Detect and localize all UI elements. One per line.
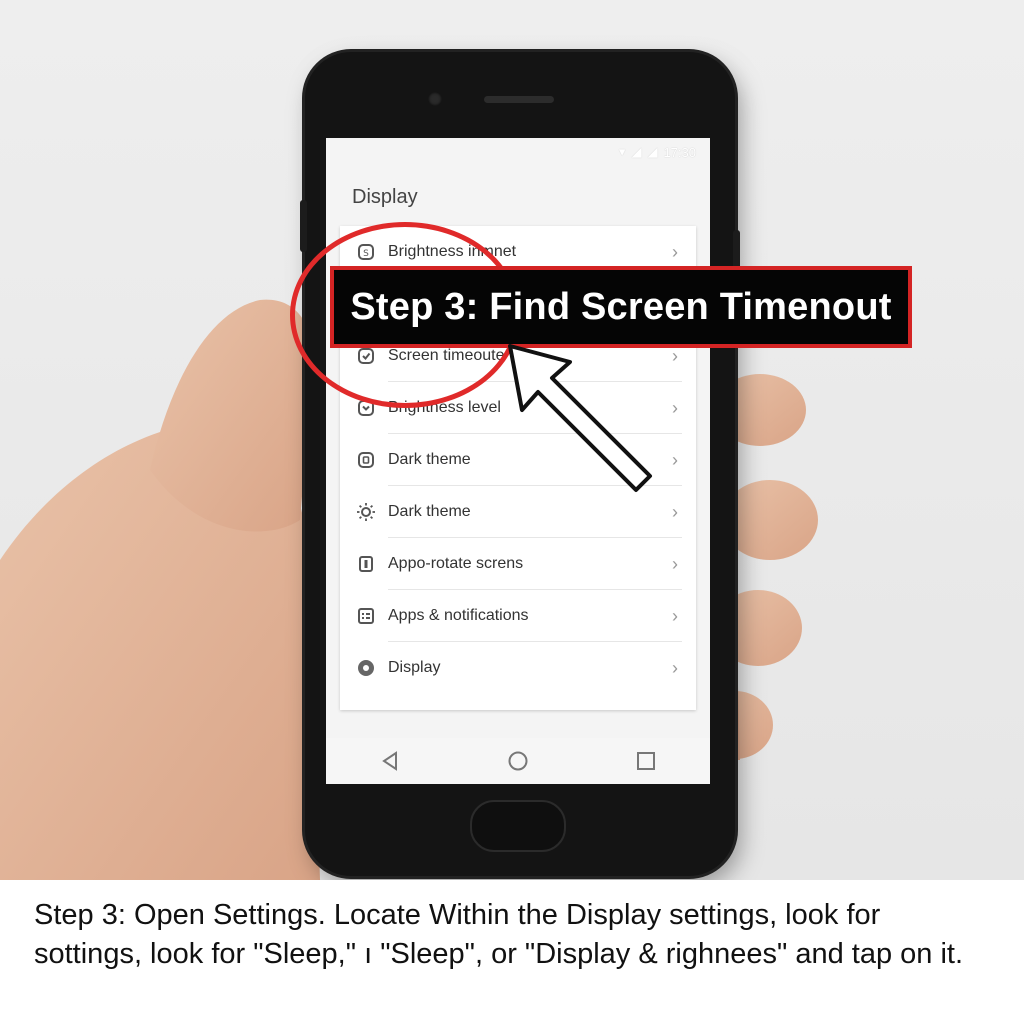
- chevron-right-icon: ›: [672, 605, 678, 626]
- earpiece-speaker: [484, 96, 554, 103]
- list-item-auto-rotate[interactable]: Appo-rotate screns ›: [340, 538, 696, 590]
- dark-theme-icon: [356, 450, 376, 470]
- home-icon[interactable]: [503, 746, 533, 776]
- status-bar: ▾ ◢ ◢ 17:30: [326, 138, 710, 168]
- caption-panel: Step 3: Open Settings. Locate Within the…: [0, 880, 1024, 1024]
- signal-icon: ◢: [631, 144, 642, 159]
- back-icon[interactable]: [375, 746, 405, 776]
- display-icon: [356, 658, 376, 678]
- pointer-arrow-icon: [508, 344, 652, 492]
- recents-icon[interactable]: [631, 746, 661, 776]
- step-banner-text: Step 3: Find Screen Timenout: [350, 285, 892, 328]
- signal-icon: ◢: [647, 144, 658, 159]
- sun-icon: [356, 502, 376, 522]
- navigation-bar: [326, 738, 710, 784]
- list-item-label: Display: [388, 659, 441, 676]
- list-item-display[interactable]: Display ›: [340, 642, 696, 694]
- front-camera: [428, 92, 442, 106]
- list-item-label: Appo-rotate screns: [388, 555, 524, 572]
- page-title: Display: [352, 186, 418, 208]
- volume-button[interactable]: [300, 200, 307, 252]
- chevron-right-icon: ›: [672, 501, 678, 522]
- list-item-label: Apps & notifications: [388, 607, 529, 624]
- chevron-right-icon: ›: [672, 449, 678, 470]
- list-item-label: Dark theme: [388, 451, 471, 468]
- chevron-right-icon: ›: [672, 397, 678, 418]
- caption-text: Step 3: Open Settings. Locate Within the…: [34, 899, 964, 970]
- chevron-right-icon: ›: [672, 345, 678, 366]
- power-button[interactable]: [733, 230, 740, 270]
- home-key[interactable]: [470, 800, 566, 852]
- chevron-right-icon: ›: [672, 553, 678, 574]
- wifi-icon: ▾: [618, 144, 626, 159]
- list-item-apps-notifications[interactable]: Apps & notifications ›: [340, 590, 696, 642]
- status-time: 17:30: [663, 144, 696, 160]
- chevron-right-icon: ›: [672, 657, 678, 678]
- list-item-label: Dark theme: [388, 503, 471, 520]
- chevron-right-icon: ›: [672, 241, 678, 262]
- step-banner: Step 3: Find Screen Timenout: [330, 266, 912, 348]
- rotate-icon: [356, 554, 376, 574]
- apps-icon: [356, 606, 376, 626]
